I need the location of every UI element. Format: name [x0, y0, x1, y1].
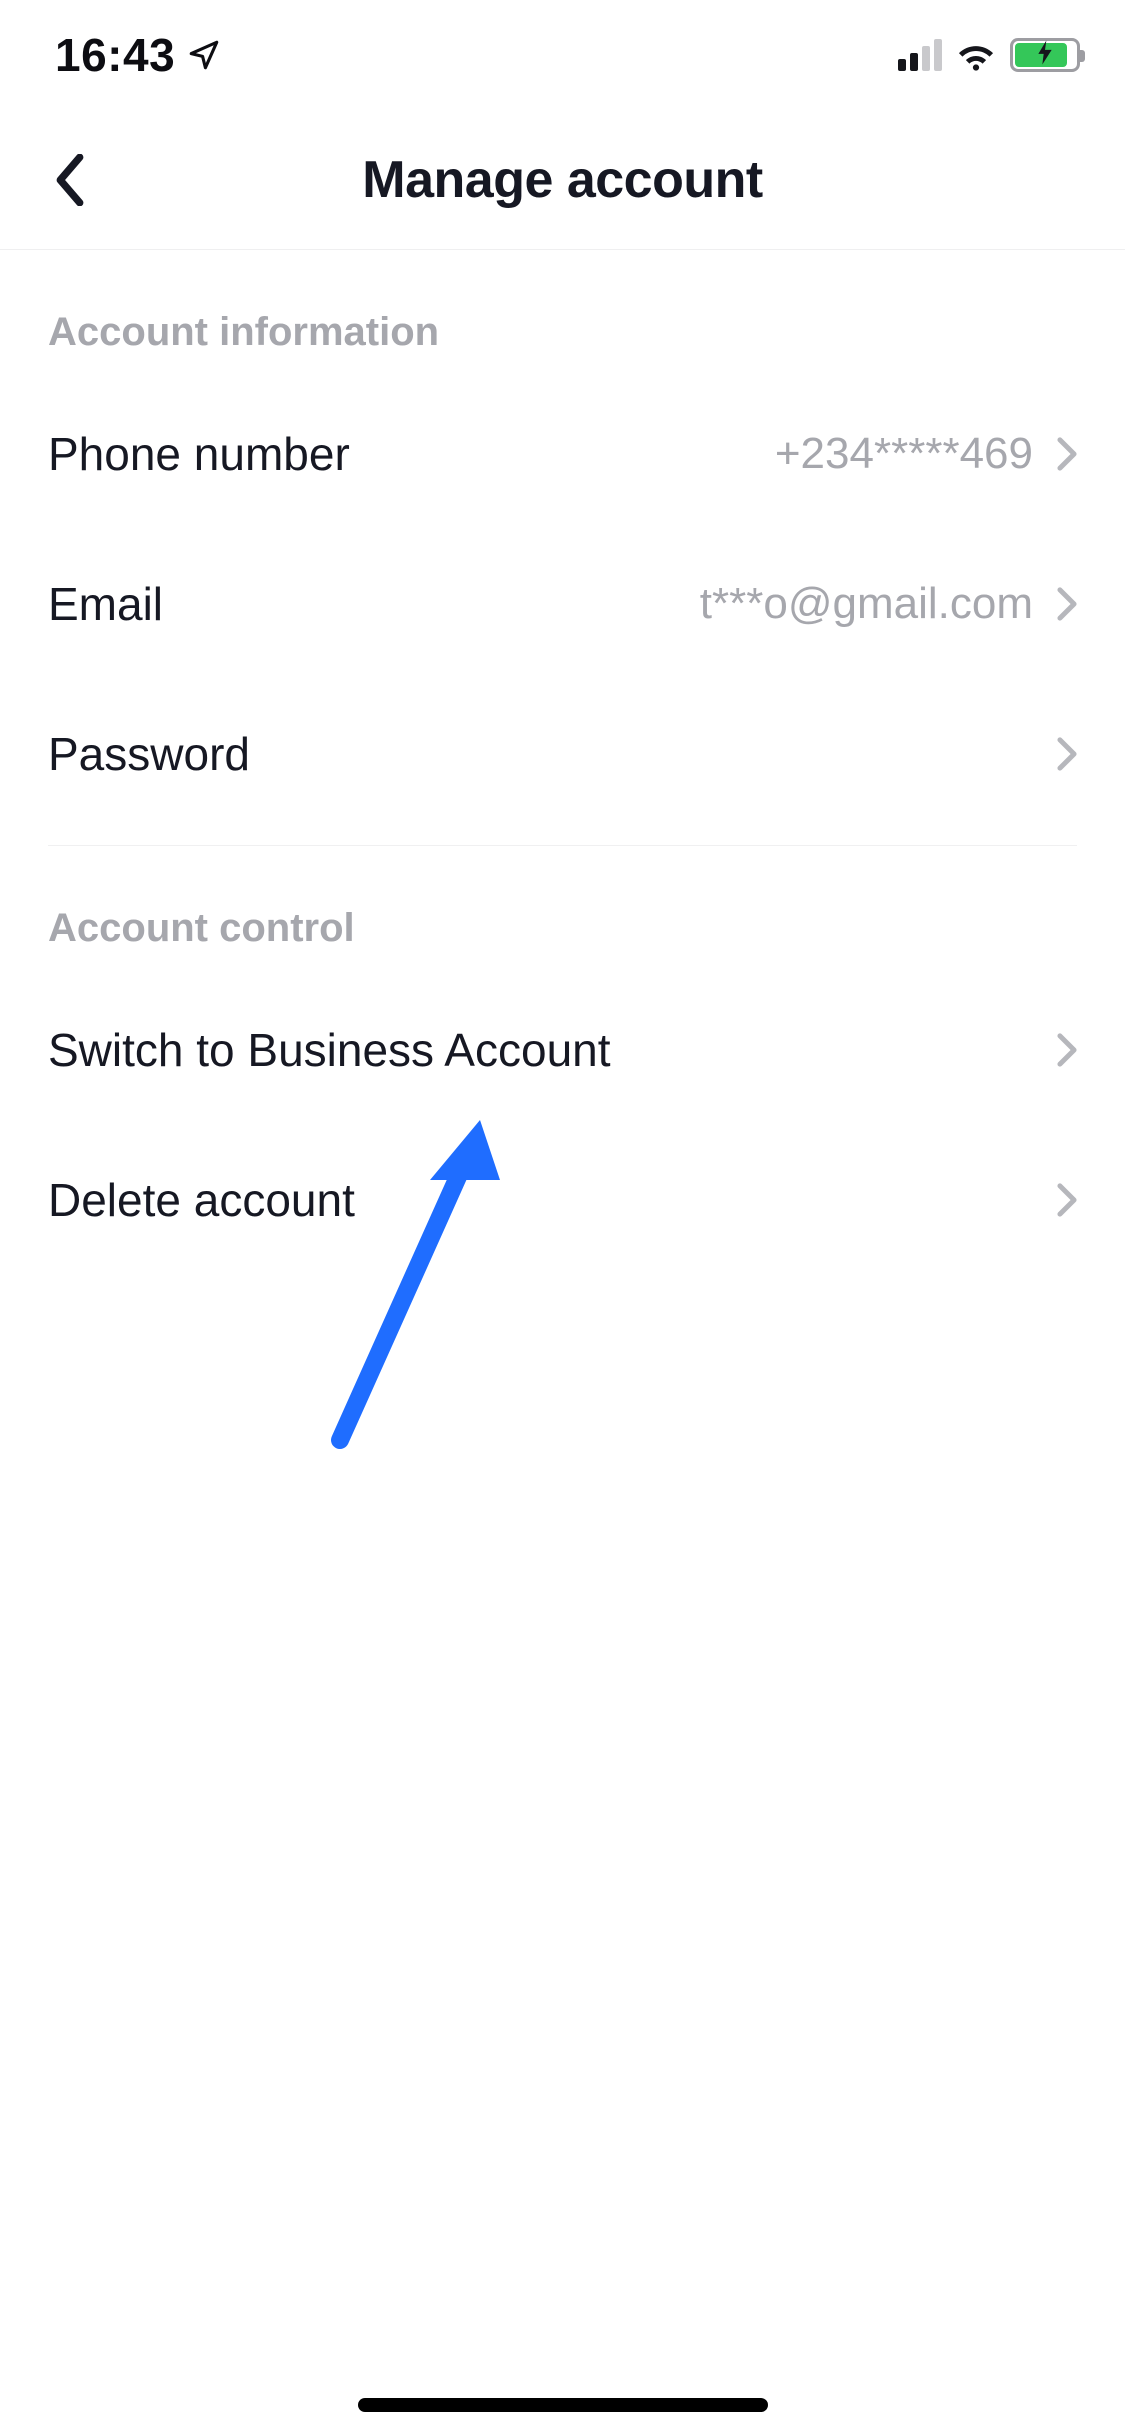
- chevron-right-icon: [1057, 1183, 1077, 1217]
- status-bar: 16:43: [0, 0, 1125, 110]
- status-time: 16:43: [55, 28, 175, 82]
- chevron-right-icon: [1057, 587, 1077, 621]
- chevron-right-icon: [1057, 437, 1077, 471]
- row-email[interactable]: Email t***o@gmail.com: [48, 529, 1077, 679]
- row-label: Switch to Business Account: [48, 1023, 611, 1077]
- chevron-left-icon: [53, 154, 87, 206]
- cellular-signal-icon: [898, 39, 942, 71]
- section-header-account-information: Account information: [48, 250, 1077, 379]
- nav-header: Manage account: [0, 110, 1125, 250]
- row-value: +234*****469: [775, 429, 1033, 479]
- section-account-information: Account information Phone number +234***…: [0, 250, 1125, 829]
- row-password[interactable]: Password: [48, 679, 1077, 829]
- row-label: Password: [48, 727, 250, 781]
- row-value: t***o@gmail.com: [700, 579, 1033, 629]
- status-left: 16:43: [55, 28, 221, 82]
- status-right: [898, 38, 1080, 72]
- row-switch-business[interactable]: Switch to Business Account: [48, 975, 1077, 1125]
- section-account-control: Account control Switch to Business Accou…: [0, 846, 1125, 1275]
- chevron-right-icon: [1057, 1033, 1077, 1067]
- row-phone-number[interactable]: Phone number +234*****469: [48, 379, 1077, 529]
- section-header-account-control: Account control: [48, 846, 1077, 975]
- page-title: Manage account: [362, 150, 762, 210]
- battery-icon: [1010, 38, 1080, 72]
- back-button[interactable]: [40, 150, 100, 210]
- chevron-right-icon: [1057, 737, 1077, 771]
- row-delete-account[interactable]: Delete account: [48, 1125, 1077, 1275]
- location-icon: [187, 38, 221, 72]
- row-label: Phone number: [48, 427, 350, 481]
- row-label: Delete account: [48, 1173, 355, 1227]
- home-indicator[interactable]: [358, 2398, 768, 2412]
- row-label: Email: [48, 577, 163, 631]
- wifi-icon: [954, 38, 998, 72]
